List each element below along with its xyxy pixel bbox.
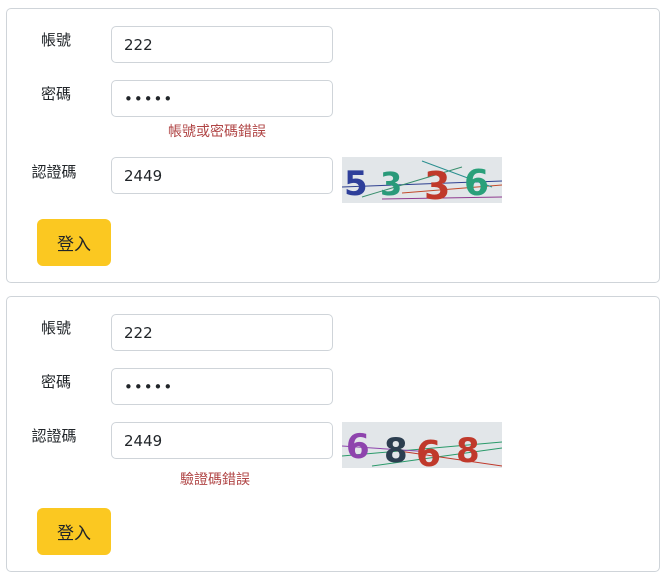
captcha-digit: 6 — [346, 427, 370, 467]
captcha-input[interactable] — [111, 157, 333, 194]
captcha-image[interactable]: 6 8 6 8 — [342, 422, 502, 468]
login-button[interactable]: 登入 — [37, 508, 111, 555]
account-input[interactable] — [111, 314, 333, 351]
captcha-digit: 5 — [344, 164, 368, 203]
captcha-digit: 3 — [380, 165, 402, 203]
login-form-card-2: 帳號 密碼 認證碼 6 8 6 8 驗證碼錯誤 登入 — [6, 296, 660, 572]
captcha-digit: 3 — [424, 164, 450, 203]
login-error-message: 帳號或密碼錯誤 — [168, 124, 266, 140]
captcha-digit: 8 — [456, 431, 480, 468]
password-label: 密碼 — [40, 85, 71, 103]
password-input[interactable] — [111, 80, 333, 117]
captcha-error-message: 驗證碼錯誤 — [180, 472, 250, 488]
captcha-input[interactable] — [111, 422, 333, 459]
login-form-card-1: 帳號 密碼 帳號或密碼錯誤 認證碼 5 3 3 6 登入 — [6, 8, 660, 283]
captcha-image[interactable]: 5 3 3 6 — [342, 157, 502, 203]
account-label: 帳號 — [40, 31, 71, 49]
captcha-label: 認證碼 — [31, 427, 77, 445]
password-input[interactable] — [111, 368, 333, 405]
captcha-digit: 8 — [384, 431, 408, 468]
password-label: 密碼 — [40, 373, 71, 391]
login-button[interactable]: 登入 — [37, 219, 111, 266]
captcha-digit: 6 — [464, 163, 489, 203]
account-label: 帳號 — [40, 319, 71, 337]
captcha-label: 認證碼 — [31, 163, 77, 181]
captcha-digit: 6 — [416, 434, 441, 468]
account-input[interactable] — [111, 26, 333, 63]
